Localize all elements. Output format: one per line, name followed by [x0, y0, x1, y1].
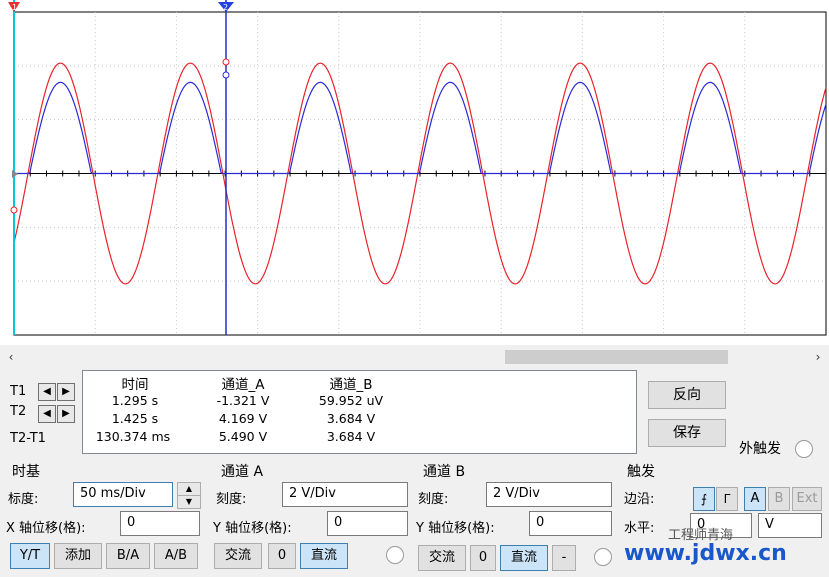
delta-channel-b: 3.684 V [326, 429, 376, 444]
channel-b-ypos-input[interactable]: 0 [529, 511, 612, 536]
channel-a-ypos-input[interactable]: 0 [327, 511, 408, 536]
channel-b-zero-button[interactable]: 0 [470, 545, 496, 571]
channel-b-radio[interactable] [594, 548, 612, 566]
cursor-t1-point [10, 206, 18, 214]
cursor-t2-point-a [222, 58, 230, 66]
timebase-scale-label: 标度: [8, 492, 39, 507]
channel-b-ypos-label: Y 轴位移(格): [416, 521, 495, 536]
t2-label: T2 [10, 404, 27, 419]
mode-yt-button[interactable]: Y/T [10, 543, 50, 569]
waveform-plot: 12 [8, 0, 827, 336]
t1-label: T1 [10, 384, 27, 399]
oscilloscope-display: 12 [0, 0, 829, 345]
rising-edge-icon[interactable]: ⨍ [693, 487, 715, 511]
channel-b-scale-input[interactable]: 2 V/Div [486, 482, 612, 507]
ext-trigger-label: 外触发 [739, 441, 781, 457]
channel-b-invert-button[interactable]: - [552, 545, 576, 571]
cursor-t2-number: 2 [223, 3, 228, 12]
channel-a-ypos-label: Y 轴位移(格): [213, 521, 292, 536]
t2-time: 1.425 s [111, 411, 159, 426]
mode-ba-button[interactable]: B/A [106, 543, 150, 569]
channel-a-ac-button[interactable]: 交流 [214, 543, 262, 569]
trigger-source-ext-button[interactable]: Ext [792, 487, 822, 511]
channel-a-radio[interactable] [386, 546, 404, 564]
t2-channel-a: 4.169 V [218, 411, 268, 426]
timebase-xpos-input[interactable]: 0 [120, 511, 200, 536]
t1-time: 1.295 s [111, 393, 159, 408]
trigger-level-label: 水平: [624, 521, 655, 536]
save-button[interactable]: 保存 [648, 419, 726, 447]
t2-channel-b: 3.684 V [326, 411, 376, 426]
t2-right-arrow-icon[interactable]: ▶ [57, 405, 75, 423]
delta-channel-a: 5.490 V [218, 429, 268, 444]
channel-a-scale-input[interactable]: 2 V/Div [282, 482, 408, 507]
t1-channel-b: 59.952 uV [318, 393, 384, 408]
channel-b-dc-button[interactable]: 直流 [500, 545, 548, 571]
channel-b-ac-button[interactable]: 交流 [418, 545, 466, 571]
trigger-source-b-button[interactable]: B [768, 487, 790, 511]
channel-a-scale-label: 刻度: [216, 492, 247, 507]
stepper-down-icon[interactable]: ▼ [178, 496, 200, 508]
channel-a-title: 通道 A [221, 464, 264, 480]
scroll-left-arrow-icon[interactable]: ‹ [2, 348, 20, 366]
t1-left-arrow-icon[interactable]: ◀ [38, 383, 56, 401]
channel-a-dc-button[interactable]: 直流 [300, 543, 348, 569]
channel-a-zero-button[interactable]: 0 [268, 543, 296, 569]
timebase-scale-stepper[interactable]: ▲ ▼ [177, 482, 201, 509]
cursor-t2-point-b [222, 71, 230, 79]
trigger-edge-label: 边沿: [624, 492, 655, 507]
scrollbar-thumb[interactable] [505, 350, 728, 364]
reverse-button[interactable]: 反向 [648, 381, 726, 409]
cursor-readout-table: 时间 通道_A 通道_B 1.295 s -1.321 V 59.952 uV … [82, 370, 637, 454]
stepper-up-icon[interactable]: ▲ [178, 483, 200, 496]
t1-right-arrow-icon[interactable]: ▶ [57, 383, 75, 401]
falling-edge-icon[interactable]: ᒥ [716, 487, 738, 511]
t1-channel-a: -1.321 V [216, 393, 270, 408]
scroll-right-arrow-icon[interactable]: › [809, 348, 827, 366]
timebase-title: 时基 [12, 464, 40, 480]
delta-time: 130.374 ms [95, 429, 171, 444]
mode-ab-button[interactable]: A/B [154, 543, 198, 569]
col-header-time: 时间 [121, 377, 149, 393]
channel-b-scale-label: 刻度: [418, 492, 449, 507]
trigger-title: 触发 [627, 464, 655, 480]
t2-left-arrow-icon[interactable]: ◀ [38, 405, 56, 423]
mode-add-button[interactable]: 添加 [54, 543, 102, 569]
ext-trigger-radio[interactable] [795, 440, 813, 458]
t2-t1-label: T2-T1 [10, 431, 46, 446]
col-header-channel-a: 通道_A [221, 377, 265, 393]
col-header-channel-b: 通道_B [329, 377, 373, 393]
timebase-scale-input[interactable]: 50 ms/Div [73, 482, 173, 507]
horizontal-scrollbar[interactable]: ‹ › [0, 348, 829, 366]
trigger-level-unit[interactable]: V [758, 513, 822, 538]
cursor-t1-number: 1 [12, 3, 17, 12]
timebase-xpos-label: X 轴位移(格): [6, 521, 86, 536]
channel-b-title: 通道 B [423, 464, 466, 480]
watermark-url: www.jdwx.cn [624, 541, 787, 566]
trigger-source-a-button[interactable]: A [744, 487, 766, 511]
